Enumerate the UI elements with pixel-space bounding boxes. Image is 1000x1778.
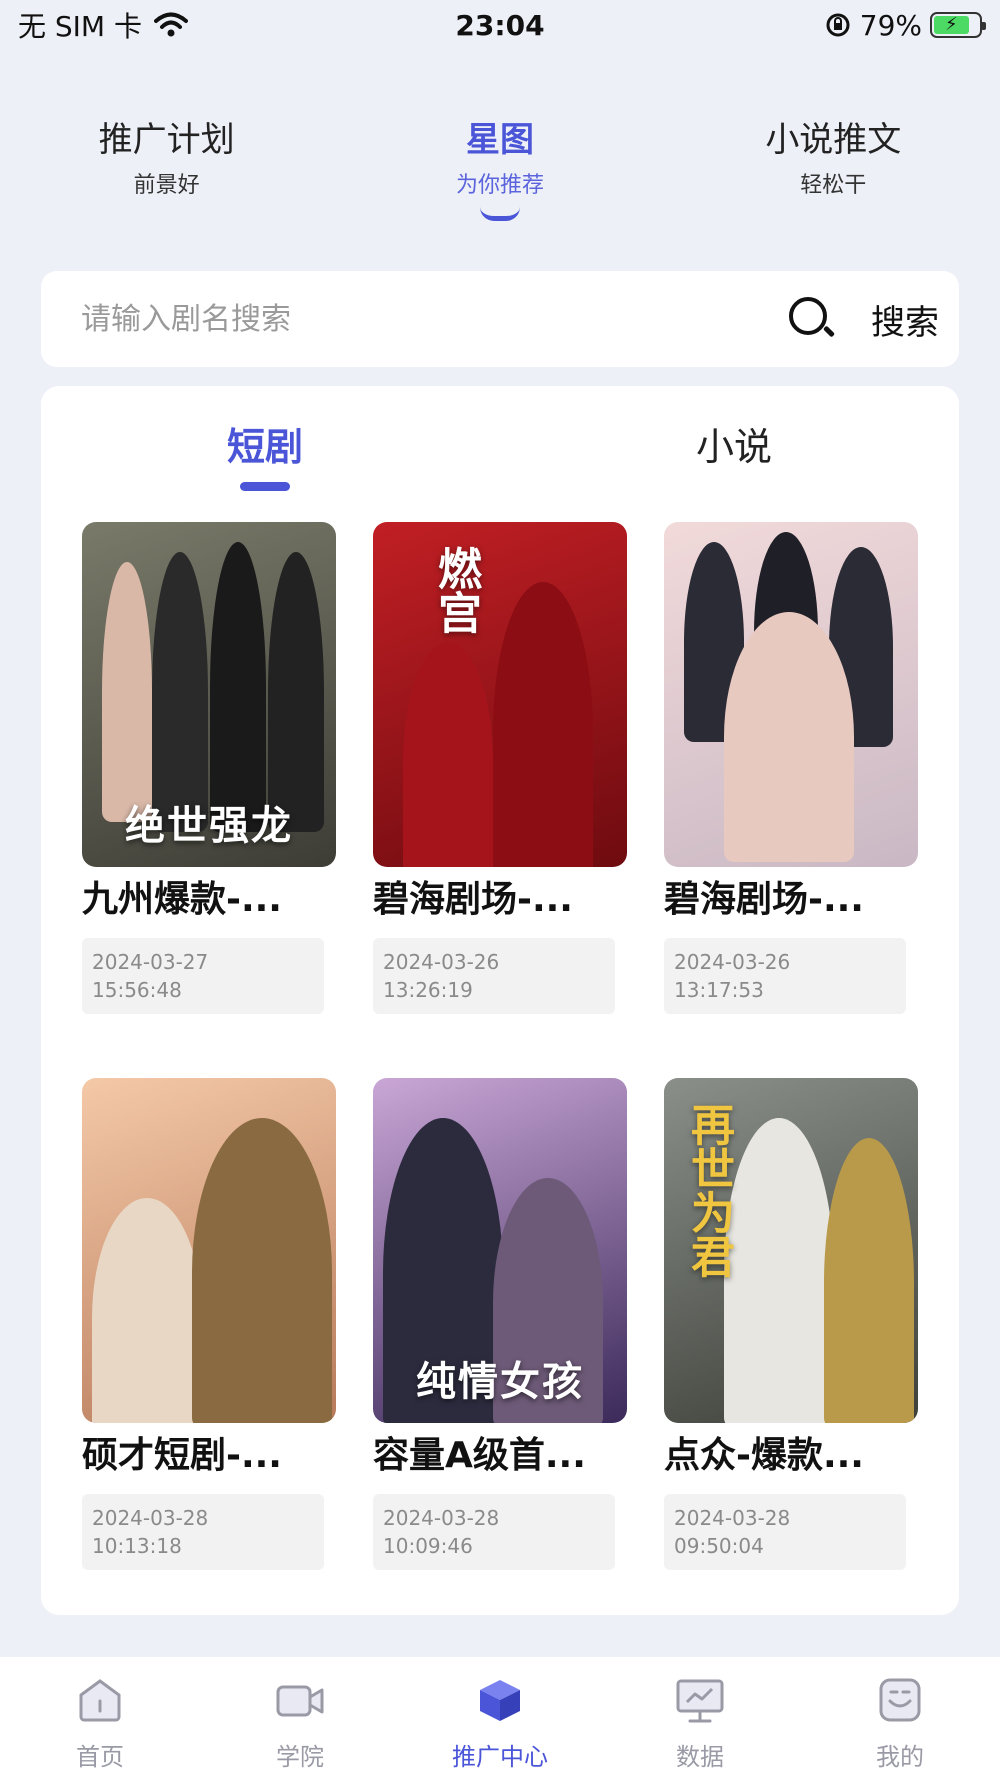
poster-text: 再世为君 [683, 1102, 734, 1278]
poster-image: 燃宫 [373, 522, 627, 867]
nav-label: 推广中心 [452, 1743, 548, 1771]
card-title: 硕才短剧-... [82, 1435, 282, 1476]
poster-text: 绝世强龙 [125, 802, 293, 849]
poster-text: 纯情女孩 [416, 1358, 584, 1405]
time-text: 10:09:46 [383, 1533, 473, 1558]
battery-icon: ⚡ [930, 12, 986, 38]
time-text: 13:26:19 [383, 977, 473, 1002]
status-left: 无 SIM 卡 [18, 5, 188, 45]
poster-image: 纯情女孩 [373, 1078, 627, 1423]
battery-percent: 79% [859, 8, 922, 42]
top-tab-novel-promo[interactable]: 小说推文 轻松干 [683, 120, 983, 230]
orientation-lock-icon [826, 13, 850, 37]
video-camera-icon [276, 1685, 324, 1717]
timestamp: 2024-03-28 10:09:46 [373, 1493, 615, 1570]
top-tab-subtitle: 前景好 [133, 172, 200, 198]
top-tab-promotion-plan[interactable]: 推广计划 前景好 [17, 120, 317, 230]
battery-level: ⚡ [934, 16, 969, 34]
timestamp: 2024-03-28 09:50:04 [664, 1493, 906, 1570]
date-text: 2024-03-28 [383, 1505, 500, 1530]
drama-card[interactable]: 燃宫 碧海剧场-... 2024-03-26 13:26:19 [373, 522, 627, 1014]
nav-label: 学院 [276, 1743, 324, 1771]
poster-text: 燃宫 [430, 546, 481, 634]
poster-image [82, 1078, 336, 1423]
status-bar: 无 SIM 卡 23:04 79% ⚡ [0, 0, 1000, 50]
home-icon [79, 1679, 121, 1722]
time-text: 15:56:48 [92, 977, 182, 1002]
date-text: 2024-03-28 [92, 1505, 209, 1530]
card-title: 碧海剧场-... [664, 879, 864, 920]
time-text: 09:50:04 [674, 1533, 764, 1558]
timestamp: 2024-03-26 13:17:53 [664, 937, 906, 1014]
sub-tab-bar: 短剧 小说 [41, 416, 959, 496]
top-tab-title: 星图 [465, 120, 534, 160]
poster-image [664, 522, 918, 867]
card-title: 九州爆款-... [82, 879, 282, 920]
search-bar: 搜索 [41, 271, 959, 367]
sub-tab-short-drama[interactable]: 短剧 [227, 416, 303, 471]
drama-card[interactable]: 纯情女孩 容量A级首... 2024-03-28 10:09:46 [373, 1078, 627, 1570]
drama-card[interactable]: 碧海剧场-... 2024-03-26 13:17:53 [664, 522, 918, 1014]
sub-tab-novel[interactable]: 小说 [696, 416, 772, 471]
wifi-icon [154, 12, 188, 37]
time-text: 13:17:53 [674, 977, 764, 1002]
poster-image: 绝世强龙 [82, 522, 336, 867]
status-right: 79% ⚡ [824, 8, 986, 42]
card-title: 碧海剧场-... [373, 879, 573, 920]
nav-mine[interactable]: 我的 [820, 1677, 980, 1772]
date-text: 2024-03-28 [674, 1505, 791, 1530]
top-tab-star-map[interactable]: 星图 为你推荐 [350, 120, 650, 230]
top-tab-title: 推广计划 [98, 120, 235, 160]
nav-label: 数据 [676, 1743, 724, 1771]
search-input[interactable] [81, 301, 787, 337]
nav-promotion-center[interactable]: 推广中心 [420, 1677, 580, 1772]
bottom-nav: 首页 学院 推广中心 数据 我的 [0, 1657, 1000, 1778]
timestamp: 2024-03-26 13:26:19 [373, 937, 615, 1014]
card-title: 点众-爆款... [664, 1435, 864, 1476]
nav-label: 首页 [76, 1743, 124, 1771]
top-tab-title: 小说推文 [765, 120, 902, 160]
smiley-face-icon [879, 1678, 921, 1722]
sub-tab-indicator [240, 482, 290, 491]
top-tab-bar: 推广计划 前景好 星图 为你推荐 小说推文 轻松干 [0, 120, 1000, 230]
nav-home[interactable]: 首页 [20, 1677, 180, 1772]
timestamp: 2024-03-27 15:56:48 [82, 937, 324, 1014]
poster-image: 再世为君 [664, 1078, 918, 1423]
search-icon[interactable] [787, 295, 836, 343]
top-tab-subtitle: 为你推荐 [455, 172, 544, 198]
nav-label: 我的 [876, 1743, 924, 1771]
drama-card[interactable]: 硕才短剧-... 2024-03-28 10:13:18 [82, 1078, 336, 1570]
date-text: 2024-03-26 [674, 949, 791, 974]
cube-icon [480, 1680, 520, 1721]
date-text: 2024-03-26 [383, 949, 500, 974]
date-text: 2024-03-27 [92, 949, 209, 974]
timestamp: 2024-03-28 10:13:18 [82, 1493, 324, 1570]
drama-card[interactable]: 再世为君 点众-爆款... 2024-03-28 09:50:04 [664, 1078, 918, 1570]
active-tab-indicator [479, 207, 520, 221]
card-title: 容量A级首... [373, 1435, 586, 1476]
content-panel: 短剧 小说 绝世强龙 九州爆款-... 2024-03-27 15:56:48 [41, 386, 959, 1615]
top-tab-subtitle: 轻松干 [800, 172, 867, 198]
carrier-label: 无 SIM 卡 [18, 10, 142, 43]
search-button[interactable]: 搜索 [871, 295, 939, 344]
nav-academy[interactable]: 学院 [220, 1677, 380, 1772]
drama-card[interactable]: 绝世强龙 九州爆款-... 2024-03-27 15:56:48 [82, 522, 336, 1014]
nav-data[interactable]: 数据 [620, 1677, 780, 1772]
chart-board-icon [676, 1679, 724, 1723]
time-text: 10:13:18 [92, 1533, 182, 1558]
